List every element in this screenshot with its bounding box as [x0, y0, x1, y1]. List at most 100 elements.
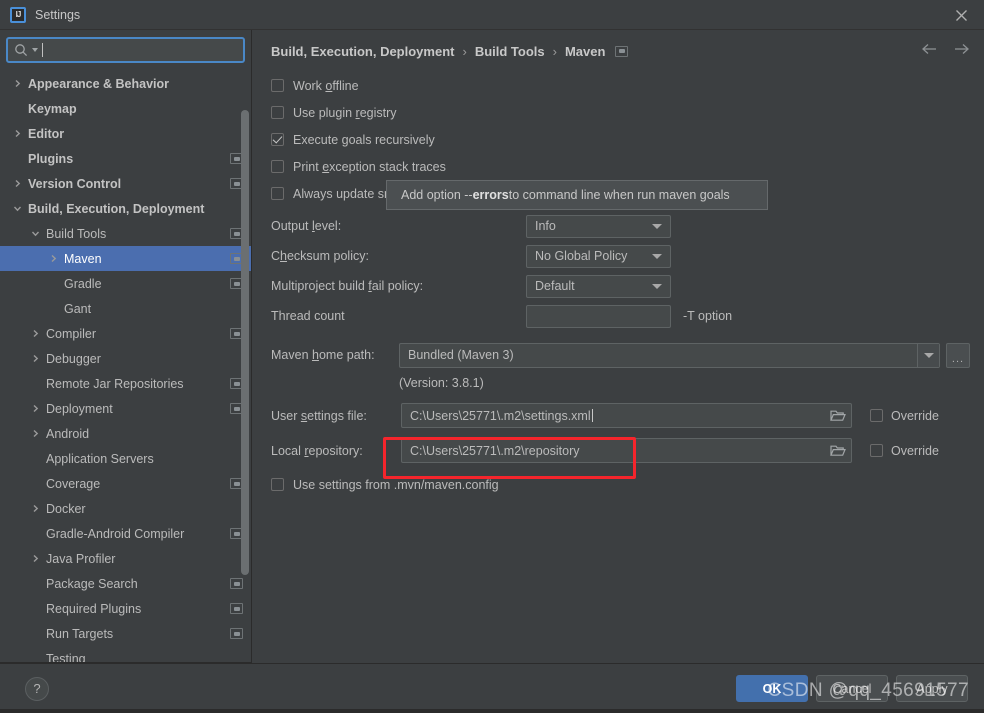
maven-home-browse-button[interactable]: ...: [946, 342, 970, 368]
arrow-left-icon[interactable]: [921, 40, 939, 58]
sidebar-item-android[interactable]: Android: [0, 421, 251, 446]
folder-icon[interactable]: [825, 404, 851, 427]
apply-button[interactable]: Apply: [896, 675, 968, 702]
sidebar-item-testing[interactable]: Testing: [0, 646, 251, 664]
window-title: Settings: [35, 7, 81, 22]
chevron-right-icon[interactable]: [10, 79, 24, 88]
title-bar: IJ Settings: [0, 0, 984, 30]
chevron-down-icon[interactable]: [28, 229, 42, 238]
checkbox-work-offline[interactable]: Work offline: [266, 72, 970, 99]
sidebar-item-application-servers[interactable]: Application Servers: [0, 446, 251, 471]
sidebar-item-deployment[interactable]: Deployment: [0, 396, 251, 421]
chevron-right-icon[interactable]: [28, 404, 42, 413]
close-icon[interactable]: [938, 0, 984, 30]
sidebar-item-label: Compiler: [46, 326, 97, 341]
ok-button[interactable]: OK: [736, 675, 808, 702]
settings-content: Build, Execution, Deployment › Build Too…: [252, 30, 984, 663]
sidebar-item-remote-jar-repositories[interactable]: Remote Jar Repositories: [0, 371, 251, 396]
local-repository-override-label: Override: [891, 443, 939, 458]
sidebar-item-keymap[interactable]: Keymap: [0, 96, 251, 121]
search-dropdown-icon[interactable]: [32, 48, 38, 52]
checksum-policy-select[interactable]: No Global Policy: [526, 244, 671, 268]
chevron-right-icon[interactable]: [28, 329, 42, 338]
checksum-policy-label: Checksum policy:: [271, 249, 369, 263]
sidebar-item-plugins[interactable]: Plugins: [0, 146, 251, 171]
chevron-right-icon[interactable]: [10, 129, 24, 138]
chevron-right-icon[interactable]: [28, 429, 42, 438]
checkbox-label: Work offline: [293, 78, 359, 93]
sidebar-item-build-execution-deployment[interactable]: Build, Execution, Deployment: [0, 196, 251, 221]
user-settings-file-value: C:\Users\25771\.m2\settings.xml: [410, 408, 591, 423]
user-settings-file-input[interactable]: C:\Users\25771\.m2\settings.xml: [401, 403, 852, 428]
sidebar-item-build-tools[interactable]: Build Tools: [0, 221, 251, 246]
sidebar-item-gant[interactable]: Gant: [0, 296, 251, 321]
checkbox-print-exception-stack-traces[interactable]: Print exception stack traces: [266, 153, 970, 180]
sidebar-scrollbar[interactable]: [241, 110, 249, 575]
output-level-select[interactable]: Info: [526, 214, 671, 238]
sidebar-item-appearance-behavior[interactable]: Appearance & Behavior: [0, 71, 251, 96]
chevron-down-icon[interactable]: [917, 343, 939, 367]
sidebar-item-editor[interactable]: Editor: [0, 121, 251, 146]
sidebar-item-label: Application Servers: [46, 451, 154, 466]
sidebar-item-java-profiler[interactable]: Java Profiler: [0, 546, 251, 571]
thread-count-input[interactable]: [526, 304, 671, 328]
local-repository-override-checkbox[interactable]: Override: [852, 444, 970, 458]
app-logo-icon: IJ: [10, 6, 26, 23]
sidebar-item-debugger[interactable]: Debugger: [0, 346, 251, 371]
breadcrumb-item-0[interactable]: Build, Execution, Deployment: [271, 44, 454, 59]
sidebar-item-gradle[interactable]: Gradle: [0, 271, 251, 296]
local-repository-input[interactable]: C:\Users\25771\.m2\repository: [401, 438, 852, 463]
sidebar-item-label: Android: [46, 426, 90, 441]
breadcrumb-item-1[interactable]: Build Tools: [475, 44, 545, 59]
chevron-right-icon[interactable]: [10, 179, 24, 188]
sidebar-item-docker[interactable]: Docker: [0, 496, 251, 521]
chevron-right-icon[interactable]: [28, 504, 42, 513]
folder-icon[interactable]: [825, 439, 851, 462]
sidebar-item-label: Gradle-Android Compiler: [46, 526, 185, 541]
sidebar-item-label: Gradle: [64, 276, 102, 291]
arrow-right-icon[interactable]: [952, 40, 970, 58]
sidebar-item-label: Keymap: [28, 101, 77, 116]
chevron-right-icon[interactable]: [28, 554, 42, 563]
user-settings-file-label: User settings file:: [271, 408, 367, 423]
thread-count-label: Thread count: [271, 309, 345, 323]
chevron-down-icon: [652, 283, 662, 289]
checkbox-box: [271, 133, 284, 146]
dialog-footer: ? OK Cancel Apply CSDN @qq_45691577: [0, 663, 984, 713]
maven-home-path-value: Bundled (Maven 3): [408, 348, 514, 362]
sidebar-item-run-targets[interactable]: Run Targets: [0, 621, 251, 646]
use-mvn-config-checkbox[interactable]: Use settings from .mvn/maven.config: [266, 471, 970, 498]
sidebar-item-maven[interactable]: Maven: [0, 246, 251, 271]
sidebar-item-version-control[interactable]: Version Control: [0, 171, 251, 196]
cancel-button[interactable]: Cancel: [816, 675, 888, 702]
output-level-row: Output level: Info: [266, 211, 970, 241]
search-input[interactable]: [43, 43, 237, 57]
maven-home-path-row: Maven home path: Bundled (Maven 3) ...: [266, 339, 970, 371]
checkbox-execute-goals-recursively[interactable]: Execute goals recursively: [266, 126, 970, 153]
breadcrumb-item-2[interactable]: Maven: [565, 44, 605, 59]
fail-policy-select[interactable]: Default: [526, 274, 671, 298]
help-button[interactable]: ?: [25, 676, 49, 701]
checkbox-use-plugin-registry[interactable]: Use plugin registry: [266, 99, 970, 126]
maven-home-path-select[interactable]: Bundled (Maven 3): [399, 342, 940, 368]
chevron-right-icon[interactable]: [46, 254, 60, 263]
user-settings-override-checkbox[interactable]: Override: [852, 409, 970, 423]
sidebar-item-label: Docker: [46, 501, 86, 516]
search-icon: [14, 43, 29, 58]
window-bottom-edge: [0, 709, 984, 713]
checksum-policy-value: No Global Policy: [535, 249, 628, 263]
dialog-buttons: OK Cancel Apply: [736, 675, 968, 702]
sidebar-item-coverage[interactable]: Coverage: [0, 471, 251, 496]
maven-version-label: (Version: 3.8.1): [399, 376, 484, 390]
sidebar-item-label: Debugger: [46, 351, 101, 366]
sidebar-item-gradle-android-compiler[interactable]: Gradle-Android Compiler: [0, 521, 251, 546]
sidebar-item-label: Build Tools: [46, 226, 107, 241]
chevron-down-icon: [652, 223, 662, 229]
checkbox-box: [271, 478, 284, 491]
chevron-right-icon[interactable]: [28, 354, 42, 363]
search-box[interactable]: [6, 37, 245, 63]
sidebar-item-compiler[interactable]: Compiler: [0, 321, 251, 346]
sidebar-item-package-search[interactable]: Package Search: [0, 571, 251, 596]
sidebar-item-required-plugins[interactable]: Required Plugins: [0, 596, 251, 621]
chevron-down-icon[interactable]: [10, 204, 24, 213]
